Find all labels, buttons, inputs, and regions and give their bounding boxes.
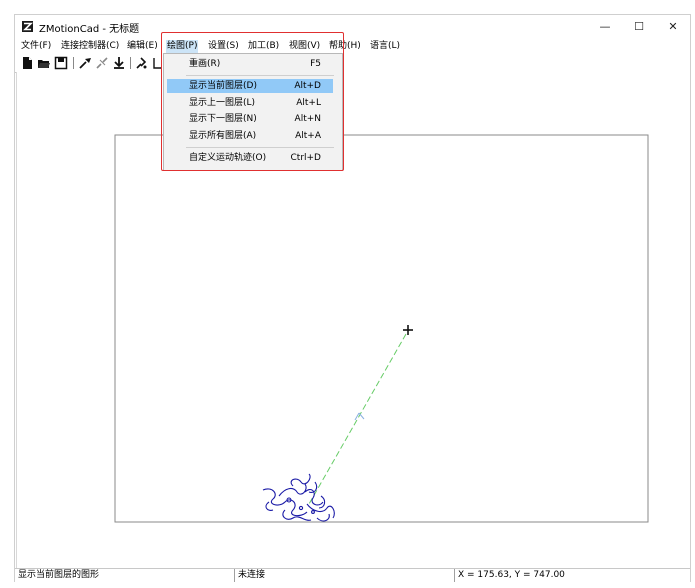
- menu-draw[interactable]: 绘图(P): [166, 40, 199, 53]
- menu-item-shortcut: Ctrl+D: [290, 153, 322, 163]
- toolbar-separator: [73, 57, 74, 69]
- app-window: ZMotionCad - 无标题 — ☐ ✕ 文件(F) 连接控制器(C) 编辑…: [14, 14, 691, 583]
- menu-connect-controller[interactable]: 连接控制器(C): [60, 40, 120, 53]
- maximize-button[interactable]: ☐: [622, 15, 656, 39]
- download-icon[interactable]: [112, 56, 126, 70]
- menu-language[interactable]: 语言(L): [369, 40, 401, 53]
- drawing-canvas[interactable]: [16, 72, 690, 568]
- crosshair-cursor-icon: [403, 325, 413, 335]
- menu-process[interactable]: 加工(B): [247, 40, 280, 53]
- ornament-drawing: [262, 473, 335, 522]
- menu-edit[interactable]: 编辑(E): [126, 40, 159, 53]
- toolbar-separator: [130, 57, 131, 69]
- menu-item-custom-motion-path[interactable]: 自定义运动轨迹(O) Ctrl+D: [167, 151, 333, 165]
- menu-view[interactable]: 视图(V): [288, 40, 321, 53]
- save-icon[interactable]: [54, 56, 68, 70]
- open-folder-icon[interactable]: [37, 56, 51, 70]
- menu-item-shortcut: Alt+D: [294, 81, 321, 91]
- align-icon[interactable]: [135, 56, 149, 70]
- window-title: ZMotionCad - 无标题: [39, 24, 140, 35]
- connect-icon[interactable]: [78, 56, 92, 70]
- minimize-button[interactable]: —: [588, 15, 622, 39]
- close-button[interactable]: ✕: [656, 15, 690, 39]
- canvas-graphics: [114, 134, 649, 523]
- menu-item-show-previous-layer[interactable]: 显示上一图层(L) Alt+L: [167, 96, 333, 110]
- menu-separator: [186, 75, 334, 76]
- menu-item-label: 自定义运动轨迹(O): [189, 153, 267, 163]
- menu-item-label: 重画(R): [189, 59, 221, 69]
- work-area-boundary: [114, 134, 649, 523]
- menu-item-label: 显示所有图层(A): [189, 131, 257, 141]
- menu-item-label: 显示下一图层(N): [189, 114, 257, 124]
- zmotion-logo-icon: [22, 21, 33, 32]
- status-message: 显示当前图层的图形: [15, 569, 235, 582]
- motion-path-line: [308, 333, 407, 505]
- menu-item-shortcut: Alt+N: [294, 114, 321, 124]
- draw-menu-dropdown: 重画(R) F5 显示当前图层(D) Alt+D 显示上一图层(L) Alt+L…: [163, 53, 343, 171]
- menu-item-label: 显示上一图层(L): [189, 98, 256, 108]
- status-coordinates: X = 175.63, Y = 747.00: [458, 570, 565, 580]
- status-bar: 显示当前图层的图形 未连接 X = 175.63, Y = 747.00: [15, 568, 690, 583]
- menu-help[interactable]: 帮助(H): [328, 40, 362, 53]
- menu-item-shortcut: F5: [310, 59, 321, 69]
- menu-item-show-all-layers[interactable]: 显示所有图层(A) Alt+A: [167, 129, 333, 143]
- menu-separator: [186, 147, 334, 148]
- toolbar: [15, 54, 690, 73]
- menu-item-label: 显示当前图层(D): [189, 81, 257, 91]
- menu-file[interactable]: 文件(F): [20, 40, 52, 53]
- menu-item-show-next-layer[interactable]: 显示下一图层(N) Alt+N: [167, 112, 333, 126]
- disconnect-icon[interactable]: [95, 56, 109, 70]
- menu-bar: 文件(F) 连接控制器(C) 编辑(E) 绘图(P) 设置(S) 加工(B) 视…: [15, 39, 690, 54]
- menu-settings[interactable]: 设置(S): [207, 40, 240, 53]
- status-connection: 未连接: [235, 569, 455, 582]
- new-file-icon[interactable]: [20, 56, 34, 70]
- menu-item-shortcut: Alt+L: [296, 98, 321, 108]
- menu-item-redraw[interactable]: 重画(R) F5: [167, 57, 333, 71]
- menu-item-show-current-layer[interactable]: 显示当前图层(D) Alt+D: [167, 79, 333, 93]
- title-bar[interactable]: ZMotionCad - 无标题 — ☐ ✕: [15, 15, 690, 39]
- menu-item-shortcut: Alt+A: [295, 131, 321, 141]
